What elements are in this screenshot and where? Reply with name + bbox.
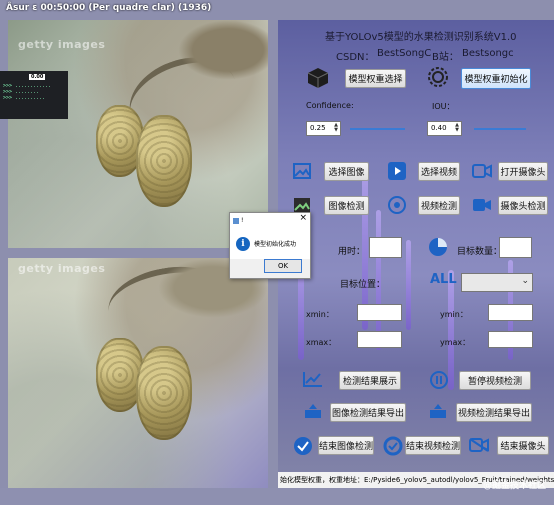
video-detect-button[interactable]: 视频检测 xyxy=(418,196,460,215)
chevron-down-icon: ⌄ xyxy=(521,276,529,286)
pie-chart-icon xyxy=(427,236,449,258)
bilibili-value: Bestsongc xyxy=(462,48,514,59)
watermark: getty images xyxy=(18,262,106,275)
terminal-overlay: 0.00 >>> ............ >>> ........ >>> .… xyxy=(0,71,68,119)
ok-button[interactable]: OK xyxy=(264,259,302,273)
ymax-label: ymax： xyxy=(440,338,471,347)
bilibili-label: B站： xyxy=(432,52,459,63)
target-select[interactable]: ⌄ xyxy=(461,273,533,292)
cube-icon xyxy=(306,66,330,90)
camera-detect-icon xyxy=(472,197,492,213)
app-icon xyxy=(233,217,239,224)
iou-value: 0.40 xyxy=(431,124,447,132)
camera-detect-button[interactable]: 摄像头检测 xyxy=(498,196,548,215)
iou-slider[interactable] xyxy=(474,128,526,130)
confidence-spinbox[interactable]: 0.25 ▲ ▼ xyxy=(306,121,341,136)
video-detect-icon xyxy=(386,194,408,216)
ymax-output xyxy=(488,331,533,348)
show-results-button[interactable]: 检测结果展示 xyxy=(339,371,401,390)
spin-arrows-icon[interactable]: ▲ ▼ xyxy=(333,123,339,133)
gear-icon xyxy=(426,65,450,89)
terminal-badge: 0.00 xyxy=(29,74,46,80)
confidence-slider[interactable] xyxy=(350,128,405,130)
bottom-strip xyxy=(0,488,554,505)
iou-label: IOU： xyxy=(432,102,455,111)
csdn-value: BestSongC xyxy=(377,48,432,59)
xmin-label: xmin： xyxy=(306,310,334,319)
message-dialog: ! × i 模型初始化成功 OK xyxy=(229,212,311,279)
open-camera-button[interactable]: 打开摄像头 xyxy=(498,162,548,181)
end-video-icon xyxy=(382,435,404,457)
pause-video-button[interactable]: 暂停视频检测 xyxy=(459,371,531,390)
recording-title: Âsur ε 00:50:00 (Per quadre clar) (1936) xyxy=(6,3,212,13)
play-icon xyxy=(387,161,407,181)
ymin-label: ymin： xyxy=(440,310,468,319)
xmax-output xyxy=(357,331,402,348)
xmax-label: xmax： xyxy=(306,338,337,347)
target-count-output xyxy=(499,237,532,258)
camera-icon xyxy=(472,163,492,179)
dialog-title: ! xyxy=(241,217,244,224)
time-output xyxy=(369,237,402,258)
confidence-label: Confidence: xyxy=(306,101,354,110)
pause-icon xyxy=(428,369,450,391)
spin-arrows-icon[interactable]: ▲ ▼ xyxy=(454,123,460,133)
dialog-message: 模型初始化成功 xyxy=(254,241,297,248)
select-video-button[interactable]: 选择视频 xyxy=(418,162,460,181)
end-camera-button[interactable]: 结束摄像头 xyxy=(497,436,549,455)
ymin-output xyxy=(488,304,533,321)
target-count-label: 目标数量： xyxy=(457,247,503,257)
app-title: 基于YOLOv5模型的水果检测识别系统V1.0 xyxy=(325,32,517,43)
camera-off-icon xyxy=(468,437,490,453)
select-image-button[interactable]: 选择图像 xyxy=(324,162,369,181)
export-video-icon xyxy=(428,402,448,420)
iou-spinbox[interactable]: 0.40 ▲ ▼ xyxy=(427,121,462,136)
export-image-icon xyxy=(303,402,323,420)
end-image-detect-button[interactable]: 结束图像检测 xyxy=(318,436,374,455)
durian-fruit xyxy=(136,346,192,440)
durian-fruit xyxy=(136,115,192,207)
end-video-detect-button[interactable]: 结束视频检测 xyxy=(405,436,461,455)
image-icon xyxy=(292,162,312,180)
detected-image-panel: getty images xyxy=(8,258,268,488)
check-circle-icon xyxy=(292,435,314,457)
all-label: ALL xyxy=(430,272,457,287)
info-icon: i xyxy=(236,236,250,251)
csdn-label: CSDN： xyxy=(336,52,375,63)
line-chart-icon xyxy=(302,370,324,388)
init-weights-button[interactable]: 模型权重初始化 xyxy=(461,68,531,89)
select-weights-button[interactable]: 模型权重选择 xyxy=(345,69,406,88)
image-detect-button[interactable]: 图像检测 xyxy=(324,196,369,215)
close-icon[interactable]: × xyxy=(299,213,307,223)
time-label: 用时： xyxy=(338,247,366,257)
dialog-titlebar: ! × xyxy=(230,213,310,228)
export-video-results-button[interactable]: 视频检测结果导出 xyxy=(456,403,532,422)
confidence-value: 0.25 xyxy=(310,124,326,132)
target-position-label: 目标位置： xyxy=(340,280,386,290)
watermark: getty images xyxy=(18,38,106,51)
export-image-results-button[interactable]: 图像检测结果导出 xyxy=(330,403,406,422)
corner-watermark: @掘金技术社区 xyxy=(482,481,546,491)
xmin-output xyxy=(357,304,402,321)
